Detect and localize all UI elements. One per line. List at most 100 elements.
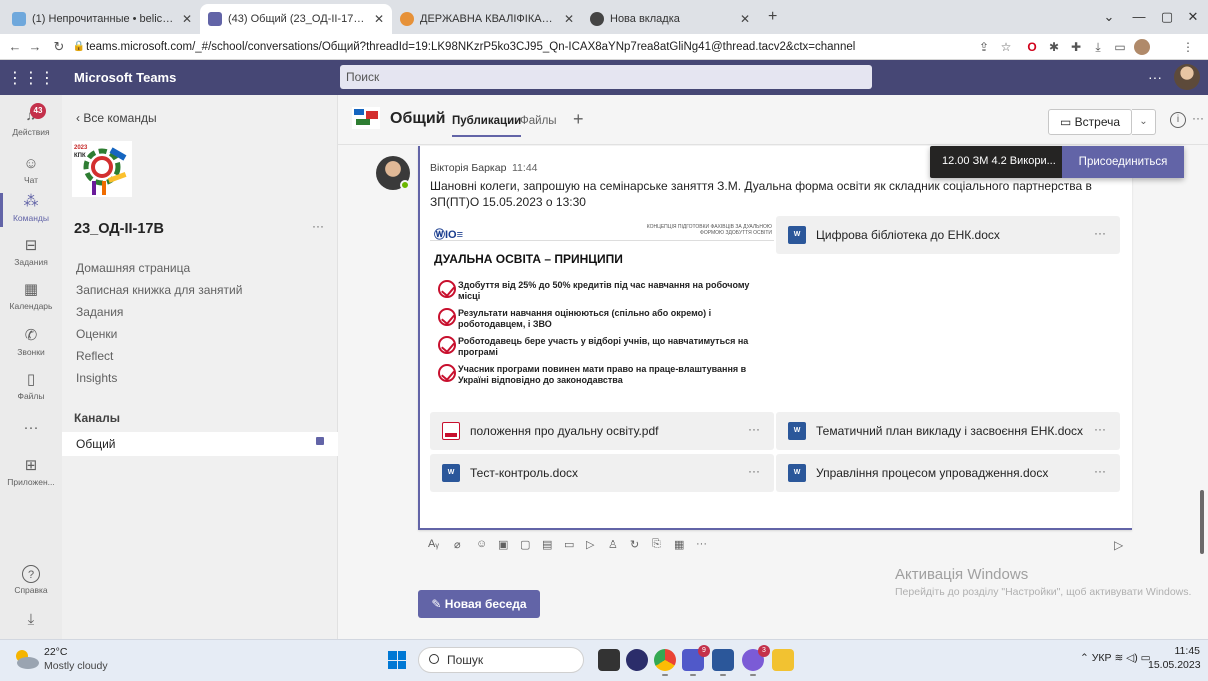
- tab-files[interactable]: Файлы: [520, 115, 557, 127]
- nav-notebook[interactable]: Записная книжка для занятий: [76, 283, 242, 297]
- attached-image[interactable]: ⓌIO≡ КОНЦЕПЦІЯ ПІДГОТОВКИ ФАХІВЦІВ ЗА ДУ…: [430, 218, 774, 396]
- forward-icon[interactable]: →: [26, 38, 44, 56]
- chrome-icon[interactable]: [654, 649, 676, 676]
- word-icon[interactable]: [712, 649, 734, 676]
- more-options-icon[interactable]: ···: [1094, 464, 1106, 478]
- more-options-icon[interactable]: ···: [748, 464, 760, 478]
- nav-home[interactable]: Домашняя страница: [76, 261, 190, 275]
- rail-apps[interactable]: ⊞ Приложен...: [0, 451, 62, 497]
- more-options-icon[interactable]: ···: [1148, 60, 1162, 95]
- teams-icon[interactable]: 9: [682, 645, 710, 676]
- folder-icon[interactable]: [772, 649, 794, 671]
- file-card[interactable]: W Тест-контроль.docx ···: [430, 454, 774, 492]
- minimize-icon[interactable]: —: [1124, 6, 1154, 28]
- more-options-icon[interactable]: ···: [1094, 226, 1106, 240]
- emoji-icon[interactable]: ☺: [476, 538, 487, 550]
- rail-assignments[interactable]: ⊟ Задания: [0, 231, 62, 277]
- nav-insights[interactable]: Insights: [76, 371, 117, 385]
- window-close-icon[interactable]: ✕: [1178, 6, 1208, 28]
- add-tab-button[interactable]: +: [573, 109, 584, 130]
- nav-reflect[interactable]: Reflect: [76, 349, 113, 363]
- file-card[interactable]: положення про дуальну освіту.pdf ···: [430, 412, 774, 450]
- more-icon[interactable]: ···: [696, 538, 707, 550]
- team-more-icon[interactable]: ···: [312, 219, 324, 233]
- volume-icon[interactable]: ◁): [1126, 652, 1138, 664]
- loop-icon[interactable]: ↻: [630, 538, 639, 551]
- active-indicator: [662, 674, 668, 676]
- share-icon[interactable]: ⇪: [976, 39, 992, 55]
- slide-item: Учасник програми повинен мати право на п…: [438, 364, 758, 385]
- rail-calendar[interactable]: ▦ Календарь: [0, 275, 62, 321]
- chat-icon[interactable]: [626, 649, 648, 671]
- more-options-icon[interactable]: ···: [1094, 422, 1106, 436]
- send-icon[interactable]: ▷: [1114, 538, 1123, 552]
- system-tray[interactable]: ⌃ УКР ≋ ◁) ▭: [1080, 652, 1151, 664]
- app-launcher-icon[interactable]: ⋮⋮⋮: [0, 60, 62, 95]
- rail-help[interactable]: ? Справка: [0, 559, 62, 605]
- windows-start-icon[interactable]: [388, 651, 406, 669]
- reload-icon[interactable]: ↻: [50, 38, 68, 56]
- url-field[interactable]: teams.microsoft.com/_#/school/conversati…: [86, 37, 966, 57]
- viber-icon[interactable]: 3: [742, 645, 770, 676]
- new-conversation-button[interactable]: ✎ Новая беседа: [418, 590, 540, 618]
- browser-tab[interactable]: (1) Непрочитанные • belickoe-l ✕: [4, 4, 200, 34]
- cloud-icon[interactable]: [12, 648, 40, 670]
- chevron-down-icon[interactable]: ⌄: [1132, 109, 1156, 135]
- close-icon[interactable]: ✕: [564, 12, 574, 26]
- gif-icon[interactable]: ▣: [498, 538, 508, 551]
- rail-calls[interactable]: ✆ Звонки: [0, 321, 62, 367]
- puzzle-icon[interactable]: ✚: [1068, 39, 1084, 55]
- schedule-meeting-icon[interactable]: ▤: [542, 538, 552, 551]
- search-input[interactable]: Поиск: [340, 65, 872, 89]
- more-options-icon[interactable]: ···: [748, 422, 760, 436]
- file-card[interactable]: W Цифрова бібліотека до ЕНК.docx ···: [776, 216, 1120, 254]
- profile-avatar[interactable]: [1134, 39, 1150, 55]
- menu-icon[interactable]: ⋮: [1180, 39, 1196, 55]
- browser-tab[interactable]: Нова вкладка ✕: [582, 4, 758, 34]
- forms-icon[interactable]: ▦: [674, 538, 684, 551]
- language-indicator[interactable]: УКР: [1092, 652, 1112, 664]
- sidepanel-icon[interactable]: ▭: [1112, 39, 1128, 55]
- close-icon[interactable]: ✕: [182, 12, 192, 26]
- more-options-icon[interactable]: ···: [1192, 111, 1204, 125]
- back-icon[interactable]: ←: [6, 38, 24, 56]
- all-teams-link[interactable]: ‹ Все команды: [76, 111, 157, 125]
- new-tab-button[interactable]: +: [768, 8, 777, 26]
- attach-icon[interactable]: ⌀: [454, 538, 461, 551]
- meet-button[interactable]: ▭ Встреча: [1048, 109, 1132, 135]
- format-icon[interactable]: Aᵧ: [428, 538, 439, 550]
- tab-posts[interactable]: Публикации: [452, 115, 522, 137]
- bookmark-star-icon[interactable]: ☆: [998, 39, 1014, 55]
- close-icon[interactable]: ✕: [740, 12, 750, 26]
- user-avatar[interactable]: [1174, 64, 1200, 90]
- sticker-icon[interactable]: ▢: [520, 538, 530, 551]
- opera-icon[interactable]: O: [1024, 39, 1040, 55]
- file-card[interactable]: W Управління процесом упровадження.docx …: [776, 454, 1120, 492]
- nav-assignments[interactable]: Задания: [76, 305, 123, 319]
- meet-now-icon[interactable]: ▭: [564, 538, 574, 551]
- tab-search-icon[interactable]: ⌄: [1094, 6, 1124, 28]
- rail-activity[interactable]: ♫ Действия 43: [0, 101, 62, 147]
- post-author[interactable]: Вікторія Баркар: [430, 162, 506, 174]
- rail-files[interactable]: ▯ Файлы: [0, 365, 62, 411]
- channel-item-general[interactable]: Общий: [62, 432, 338, 456]
- approvals-icon[interactable]: ⎘: [652, 538, 661, 551]
- stream-icon[interactable]: ▷: [586, 538, 594, 551]
- clock[interactable]: 11:45 15.05.2023: [1148, 644, 1201, 672]
- join-button[interactable]: Присоединиться: [1062, 146, 1184, 178]
- file-card[interactable]: W Тематичний план викладу і засвоєння ЕН…: [776, 412, 1120, 450]
- chevron-up-icon[interactable]: ⌃: [1080, 652, 1092, 664]
- rail-teams[interactable]: ⁂ Команды: [0, 187, 62, 233]
- taskbar-search[interactable]: Пошук: [418, 647, 584, 673]
- info-icon[interactable]: i: [1170, 112, 1186, 128]
- extension-icon[interactable]: ✱: [1046, 39, 1062, 55]
- download-icon[interactable]: ⤓: [1090, 39, 1106, 55]
- close-icon[interactable]: ✕: [374, 12, 384, 26]
- wifi-icon[interactable]: ≋: [1114, 652, 1123, 664]
- nav-grades[interactable]: Оценки: [76, 327, 117, 341]
- praise-icon[interactable]: ♙: [608, 538, 618, 551]
- taskview-icon[interactable]: [598, 649, 620, 671]
- browser-tab-active[interactable]: (43) Общий (23_ОД-ІІ-17В) | Mic ✕: [200, 4, 392, 34]
- browser-tab[interactable]: ДЕРЖАВНА КВАЛІФІКАЦІЙНА А ✕: [392, 4, 582, 34]
- scrollbar[interactable]: [1200, 490, 1204, 554]
